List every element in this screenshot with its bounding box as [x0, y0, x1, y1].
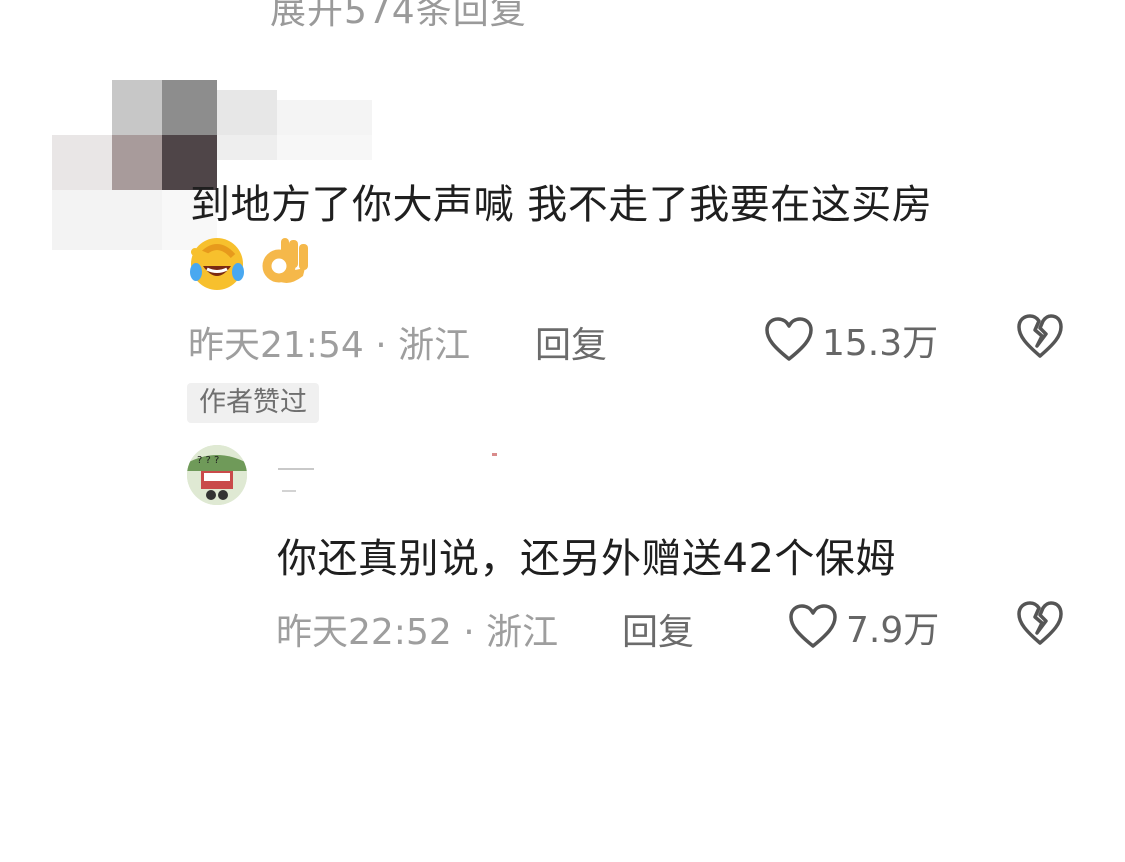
comment-text: 到地方了你大声喊 我不走了我要在这买房 [190, 182, 933, 228]
heart-outline-icon [765, 317, 813, 361]
like-count: 7.9万 [846, 610, 940, 651]
reply-username-placeholder [278, 468, 314, 470]
reply-text: 你还真别说，还另外赠送42个保姆 [277, 536, 896, 582]
expand-replies-link[interactable]: 展开574条回复 [270, 0, 527, 34]
reply-user-avatar[interactable]: ? ? ? [187, 445, 247, 505]
emoji-row [187, 232, 315, 292]
laughing-crying-emoji [190, 238, 244, 290]
comment-time-location: 昨天21:54 · 浙江 [188, 325, 471, 366]
reply-button[interactable]: 回复 [622, 603, 694, 655]
broken-heart-icon[interactable] [1016, 314, 1064, 360]
like-button[interactable]: 15.3万 [764, 314, 938, 366]
reply-time-location: 昨天22:52 · 浙江 [276, 612, 559, 653]
reply-button[interactable]: 回复 [535, 316, 607, 368]
reply-username-placeholder [282, 490, 296, 492]
avatar-image: ? ? ? [187, 445, 247, 505]
svg-text:? ? ?: ? ? ? [197, 455, 219, 466]
artifact-dot [492, 453, 497, 456]
author-liked-badge: 作者赞过 [187, 383, 319, 423]
broken-heart-icon[interactable] [1016, 601, 1064, 647]
like-count: 15.3万 [822, 323, 939, 364]
like-button[interactable]: 7.9万 [788, 601, 939, 653]
ok-hand-emoji [262, 238, 308, 283]
heart-outline-icon [789, 604, 837, 648]
